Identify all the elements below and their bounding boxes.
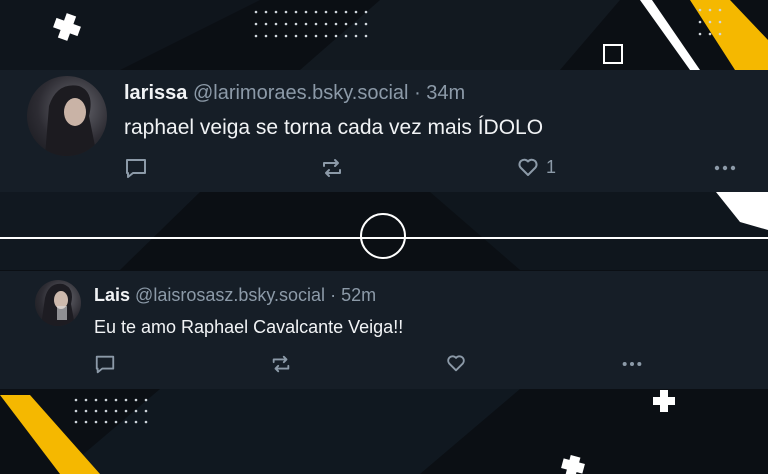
repost-button[interactable] [270, 353, 292, 375]
repost-button[interactable] [320, 156, 344, 180]
center-circle-ornament [360, 213, 406, 259]
handle[interactable]: @laisrosasz.bsky.social [135, 285, 325, 305]
reply-icon [95, 355, 115, 374]
post-text: Eu te amo Raphael Cavalcante Veiga!! [94, 317, 404, 337]
timestamp[interactable]: 34m [426, 82, 465, 104]
more-options-button[interactable] [620, 353, 644, 375]
like-count: 1 [546, 156, 557, 177]
avatar-image [45, 85, 97, 156]
display-name[interactable]: Lais [94, 285, 130, 305]
heart-icon [447, 355, 465, 372]
post-text: raphael veiga se torna cada vez mais ÍDO… [124, 116, 544, 139]
like-button[interactable] [445, 352, 467, 374]
display-name[interactable]: larissa [124, 82, 187, 104]
reply-icon [126, 159, 146, 178]
repost-icon [272, 355, 290, 373]
handle[interactable]: @larimoraes.bsky.social [193, 82, 409, 104]
timestamp[interactable]: 52m [341, 285, 376, 305]
avatar[interactable] [35, 280, 81, 326]
repost-icon [323, 159, 341, 177]
post-header: Lais @laisrosasz.bsky.social · 52m [94, 285, 376, 306]
post-card[interactable]: larissa @larimoraes.bsky.social · 34m ra… [0, 70, 768, 192]
post-card[interactable]: Lais @laisrosasz.bsky.social · 52m Eu te… [0, 271, 768, 389]
reply-button[interactable] [124, 156, 148, 180]
separator: · [414, 82, 421, 104]
post-header: larissa @larimoraes.bsky.social · 34m [124, 82, 465, 105]
avatar-image [41, 283, 75, 326]
reply-button[interactable] [94, 353, 116, 375]
avatar[interactable] [27, 76, 107, 156]
more-options-button[interactable] [712, 156, 738, 180]
heart-icon [518, 158, 538, 176]
more-icon [622, 361, 642, 367]
like-button[interactable]: 1 [516, 155, 556, 179]
separator: · [330, 285, 337, 305]
more-icon [714, 165, 736, 171]
